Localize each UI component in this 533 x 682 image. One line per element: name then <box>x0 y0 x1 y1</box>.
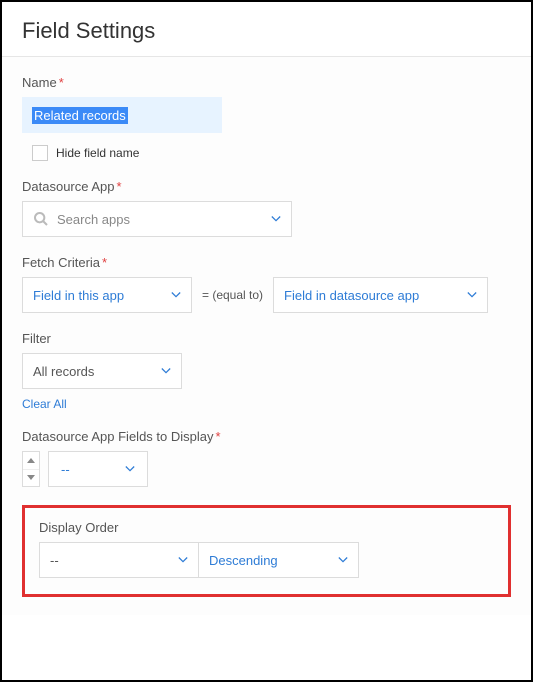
filter-label: Filter <box>22 331 511 346</box>
display-order-direction-value: Descending <box>209 553 338 568</box>
fields-display-label: Datasource App Fields to Display* <box>22 429 511 444</box>
chevron-down-icon <box>171 290 181 300</box>
name-input[interactable]: Related records <box>22 97 222 133</box>
stepper-down-button[interactable] <box>23 469 39 487</box>
hide-field-name-row: Hide field name <box>32 145 511 161</box>
datasource-group: Datasource App* Search apps <box>22 179 511 237</box>
fetch-right-value: Field in datasource app <box>284 288 467 303</box>
hide-field-name-checkbox[interactable] <box>32 145 48 161</box>
clear-all-link[interactable]: Clear All <box>22 397 67 411</box>
name-group: Name* Related records Hide field name <box>22 75 511 161</box>
chevron-down-icon <box>178 555 188 565</box>
fetch-label: Fetch Criteria* <box>22 255 511 270</box>
chevron-down-icon <box>338 555 348 565</box>
required-asterisk: * <box>59 75 64 90</box>
fetch-field-this-app-combo[interactable]: Field in this app <box>22 277 192 313</box>
display-order-direction-combo[interactable]: Descending <box>199 542 359 578</box>
required-asterisk: * <box>102 255 107 270</box>
fetch-group: Fetch Criteria* Field in this app = (equ… <box>22 255 511 313</box>
hide-field-name-label: Hide field name <box>56 146 139 160</box>
fetch-field-datasource-app-combo[interactable]: Field in datasource app <box>273 277 488 313</box>
required-asterisk: * <box>215 429 220 444</box>
fetch-operator: = (equal to) <box>202 288 263 302</box>
dialog-content: Name* Related records Hide field name Da… <box>2 57 531 615</box>
filter-combo[interactable]: All records <box>22 353 182 389</box>
display-order-label: Display Order <box>39 520 494 535</box>
stepper-up-button[interactable] <box>23 452 39 469</box>
chevron-down-icon <box>125 464 135 474</box>
name-label: Name* <box>22 75 511 90</box>
chevron-down-icon <box>271 214 281 224</box>
display-order-field-combo[interactable]: -- <box>39 542 199 578</box>
dialog-header: Field Settings <box>2 2 531 57</box>
filter-value: All records <box>33 364 161 379</box>
fields-display-value: -- <box>61 462 125 477</box>
chevron-down-icon <box>467 290 477 300</box>
datasource-search-combo[interactable]: Search apps <box>22 201 292 237</box>
display-order-section: Display Order -- Descending <box>22 505 511 597</box>
display-order-field-value: -- <box>50 553 178 568</box>
page-title: Field Settings <box>22 18 511 44</box>
required-asterisk: * <box>117 179 122 194</box>
chevron-down-icon <box>161 366 171 376</box>
filter-group: Filter All records Clear All <box>22 331 511 411</box>
fields-display-combo[interactable]: -- <box>48 451 148 487</box>
fetch-left-value: Field in this app <box>33 288 171 303</box>
name-input-value: Related records <box>32 107 128 124</box>
fields-order-stepper[interactable] <box>22 451 40 487</box>
datasource-placeholder: Search apps <box>57 212 271 227</box>
fields-display-group: Datasource App Fields to Display* -- <box>22 429 511 487</box>
search-icon <box>33 211 49 227</box>
datasource-label: Datasource App* <box>22 179 511 194</box>
